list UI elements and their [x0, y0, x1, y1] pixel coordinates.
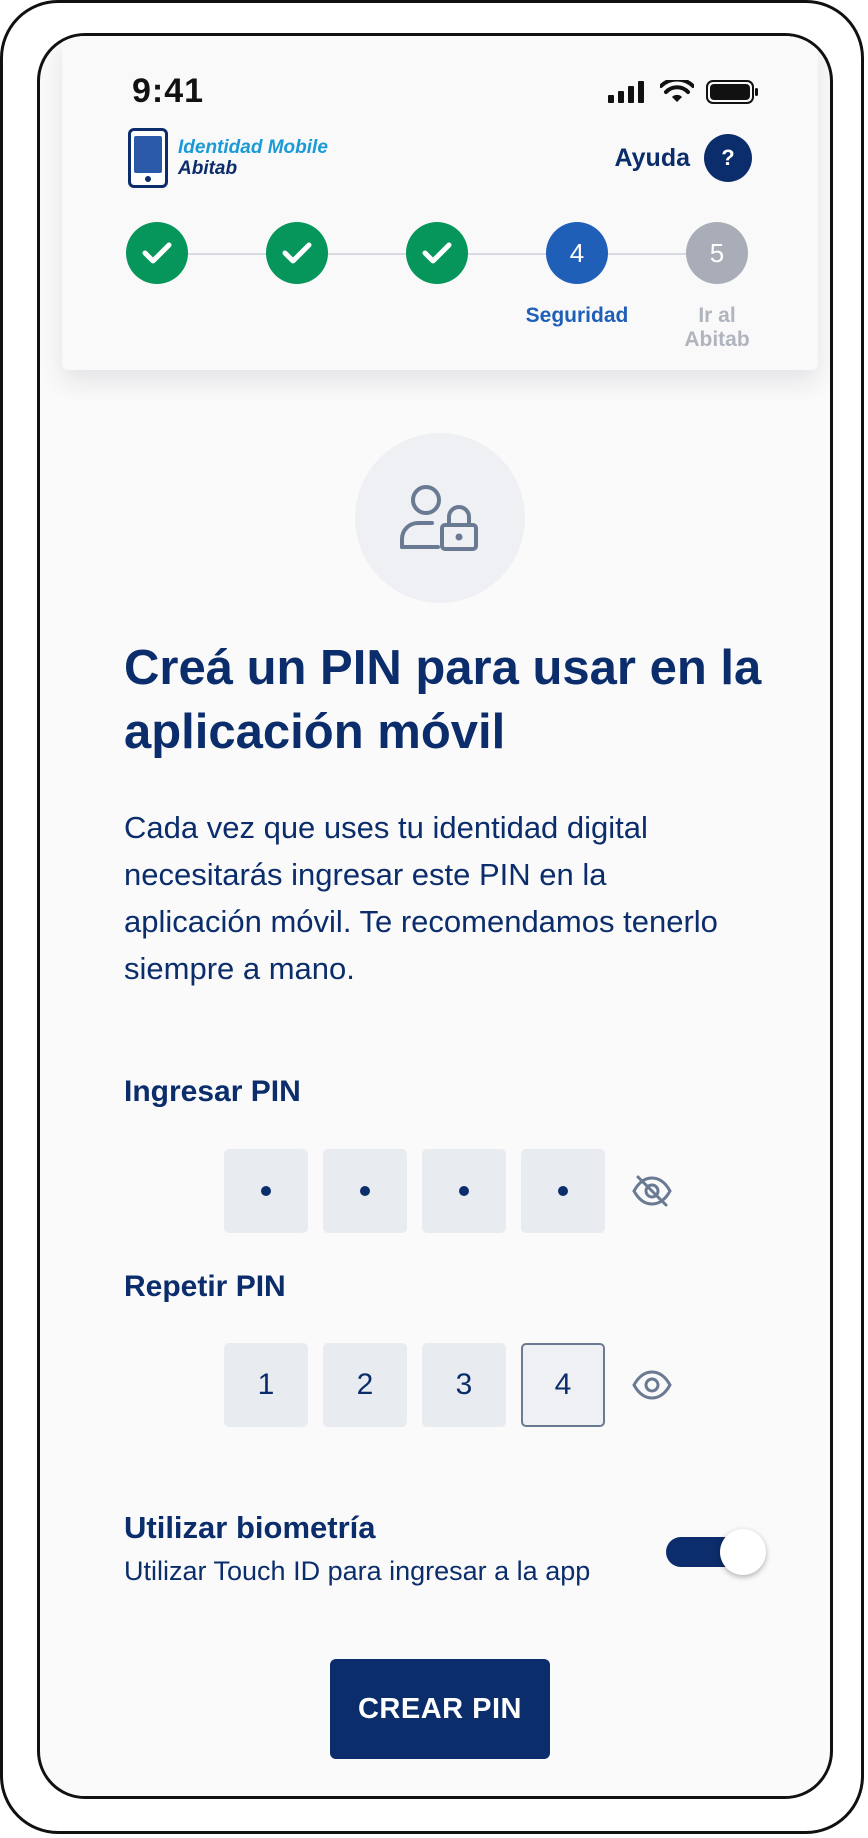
pin-mask-dot [558, 1186, 568, 1196]
pin-input-group [224, 1149, 676, 1233]
pin-mask-dot [261, 1186, 271, 1196]
header-panel: 9:41 Identidad Mobile Abitab Ayuda ? 4 5… [62, 36, 818, 370]
app-screen: 9:41 Identidad Mobile Abitab Ayuda ? 4 5… [62, 36, 818, 1796]
check-icon [422, 242, 452, 264]
battery-icon [706, 80, 758, 104]
step-4: 4 [546, 222, 608, 284]
biometrics-subtitle: Utilizar Touch ID para ingresar a la app [124, 1556, 591, 1586]
user-lock-icon [400, 485, 478, 551]
pin-digit-3[interactable] [422, 1149, 506, 1233]
page-title: Creá un PIN para usar en la aplicación m… [124, 641, 762, 759]
pin-mask-dot [459, 1186, 469, 1196]
status-icons [608, 80, 760, 104]
biometrics-toggle[interactable] [666, 1529, 766, 1575]
repeat-pin-input-group: 1 2 3 4 [224, 1343, 676, 1427]
pin-digit-2[interactable] [323, 1149, 407, 1233]
repeat-pin-digit-3[interactable]: 3 [422, 1343, 506, 1427]
create-pin-button[interactable]: CREAR PIN [330, 1659, 550, 1759]
pin-mask-dot [360, 1186, 370, 1196]
pin-digit-4[interactable] [521, 1149, 605, 1233]
step-2 [266, 222, 328, 284]
repeat-pin-digit-4[interactable]: 4 [521, 1343, 605, 1427]
pin-digit-1[interactable] [224, 1149, 308, 1233]
toggle-knob [720, 1529, 766, 1575]
step-5: 5 [686, 222, 748, 284]
help-label: Ayuda [614, 143, 690, 172]
repeat-pin-digit-1[interactable]: 1 [224, 1343, 308, 1427]
step-1 [126, 222, 188, 284]
check-icon [142, 242, 172, 264]
device-screen-frame: 9:41 Identidad Mobile Abitab Ayuda ? 4 5… [37, 33, 833, 1799]
page-description: Cada vez que uses tu identidad digital n… [124, 810, 718, 986]
signal-icon [608, 81, 644, 103]
user-lock-icon-circle [355, 433, 525, 603]
step-4-label: Seguridad [525, 304, 629, 327]
biometrics-title: Utilizar biometría [124, 1510, 376, 1545]
logo-phone-icon [128, 128, 168, 188]
repeat-pin-digit-2[interactable]: 2 [323, 1343, 407, 1427]
step-5-label: Ir al Abitab [684, 304, 750, 352]
help-button[interactable]: Ayuda ? [615, 134, 752, 182]
status-time: 9:41 [132, 72, 205, 110]
help-icon: ? [704, 134, 752, 182]
app-logo: Identidad Mobile Abitab [128, 128, 328, 188]
logo-line1: Identidad Mobile [178, 137, 328, 158]
eye-icon[interactable] [628, 1361, 676, 1409]
pin-label: Ingresar PIN [124, 1075, 301, 1108]
step-3 [406, 222, 468, 284]
repeat-pin-label: Repetir PIN [124, 1270, 286, 1303]
logo-line2: Abitab [178, 158, 238, 179]
check-icon [282, 242, 312, 264]
wifi-icon [660, 80, 694, 102]
progress-stepper: 4 5 Seguridad Ir al Abitab [62, 222, 818, 372]
eye-slash-icon[interactable] [628, 1167, 676, 1215]
